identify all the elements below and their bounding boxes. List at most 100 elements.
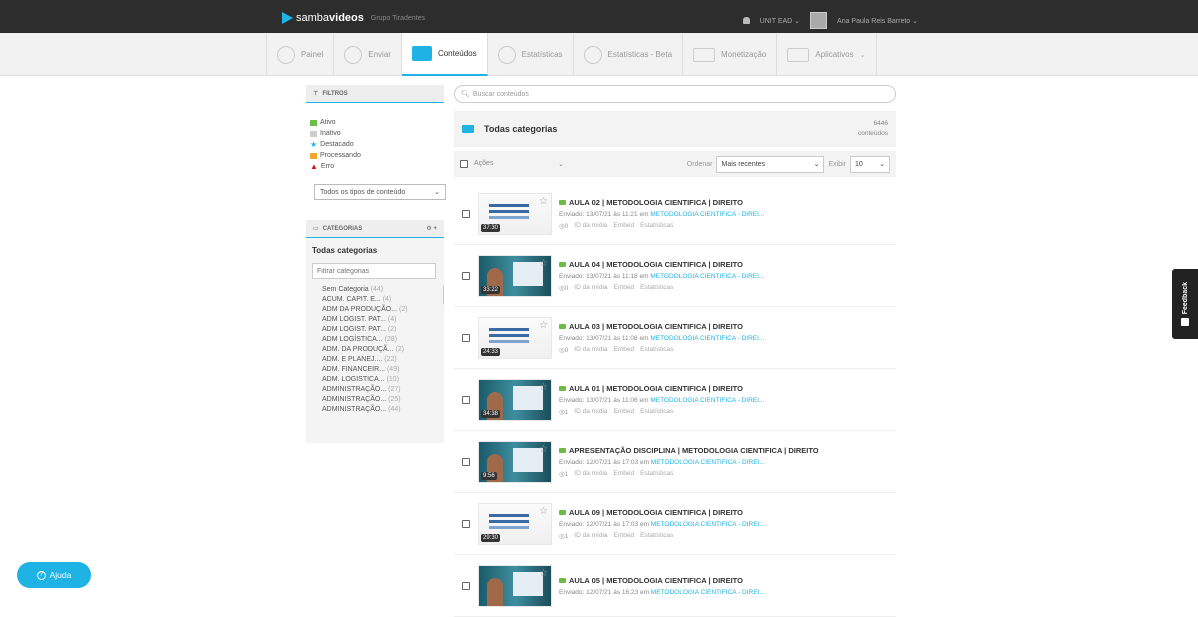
category-item[interactable]: ADM LOGIST. PAT... (4)	[322, 315, 438, 325]
tab-monetizacao[interactable]: Monetização	[683, 33, 778, 76]
video-title[interactable]: AULA 04 | METODOLOGIA CIENTIFICA | DIREI…	[559, 260, 764, 269]
stats-link[interactable]: Estatísticas	[640, 222, 673, 230]
video-thumbnail[interactable]: ☆ 24:33	[478, 316, 552, 359]
avatar[interactable]	[810, 12, 828, 29]
category-link[interactable]: METODOLOGIA CIENTIFICA - DIREI...	[651, 459, 765, 466]
row-checkbox[interactable]	[462, 395, 470, 404]
category-item[interactable]: ADM. DA PRODUÇÃ... (2)	[322, 345, 438, 355]
category-item[interactable]: ADMINISTRAÇÃO... (25)	[322, 395, 438, 405]
scrollbar[interactable]	[443, 285, 444, 305]
all-categories-link[interactable]: Todas categorias	[312, 246, 438, 255]
category-item[interactable]: Sem Categoria (44)	[322, 285, 438, 295]
star-icon[interactable]: ☆	[539, 444, 548, 455]
media-id-link[interactable]: ID da mídia	[574, 408, 607, 416]
row-checkbox[interactable]	[462, 333, 470, 342]
table-row[interactable]: ☆ 37:30 AULA 02 | METODOLOGIA CIENTIFICA |…	[454, 183, 896, 245]
account-dropdown[interactable]: UNIT EAD ⌄	[760, 17, 800, 25]
tab-aplicativos[interactable]: Aplicativos ⌄	[777, 33, 877, 76]
table-row[interactable]: ☆ 33:22 AULA 04 | METODOLOGIA CIENTIFICA |…	[454, 245, 896, 307]
tab-estatisticas-beta[interactable]: Estatísticas - Beta	[574, 33, 684, 76]
content-type-select[interactable]: Todos os tipos de conteúdo ⌄	[314, 184, 446, 200]
category-item[interactable]: ADM LOGÍSTICA... (28)	[322, 335, 438, 345]
tab-enviar[interactable]: Enviar	[334, 33, 402, 76]
video-thumbnail[interactable]: ☆ 37:30	[478, 192, 552, 235]
category-link[interactable]: METODOLOGIA CIENTIFICA - DIREI...	[650, 273, 764, 280]
star-icon[interactable]: ☆	[539, 568, 548, 579]
category-item[interactable]: ADM. LOGISTICA... (10)	[322, 375, 438, 385]
category-item[interactable]: ADMINISTRAÇÃO... (44)	[322, 405, 438, 415]
video-thumbnail[interactable]: ☆ 34:38	[478, 378, 552, 421]
embed-link[interactable]: Embed	[614, 532, 635, 540]
video-title[interactable]: AULA 01 | METODOLOGIA CIENTIFICA | DIREI…	[559, 384, 764, 393]
stats-link[interactable]: Estatísticas	[640, 532, 673, 540]
media-id-link[interactable]: ID da mídia	[574, 346, 607, 354]
row-checkbox[interactable]	[462, 271, 470, 280]
video-title[interactable]: AULA 05 | METODOLOGIA CIENTIFICA | DIREI…	[559, 576, 765, 585]
sambavideos-logo[interactable]: sambavideos Grupo Tiradentes	[282, 12, 425, 24]
bell-icon[interactable]	[742, 17, 750, 24]
filter-processando[interactable]: Processando	[310, 150, 440, 161]
table-row[interactable]: ☆ 9:56 APRESENTAÇÃO DISCIPLINA | METODOLOG…	[454, 431, 896, 493]
category-link[interactable]: METODOLOGIA CIENTIFICA - DIREI...	[651, 521, 765, 528]
search-input[interactable]: Buscar conteúdos	[473, 91, 529, 98]
stats-link[interactable]: Estatísticas	[640, 284, 673, 292]
stats-link[interactable]: Estatísticas	[640, 346, 673, 354]
embed-link[interactable]: Embed	[614, 284, 635, 292]
video-thumbnail[interactable]: ☆ 9:56	[478, 440, 552, 483]
category-item[interactable]: ADMINISTRAÇÃO... (27)	[322, 385, 438, 395]
tab-estatisticas[interactable]: Estatísticas	[488, 33, 574, 76]
video-title[interactable]: AULA 09 | METODOLOGIA CIENTIFICA | DIREI…	[559, 508, 765, 517]
sort-select[interactable]: Mais recentes ⌄	[716, 155, 825, 173]
row-checkbox[interactable]	[462, 581, 470, 590]
table-row[interactable]: ☆ AULA 05 | METODOLOGIA CIENTIFICA | DIRE…	[454, 555, 896, 617]
feedback-button[interactable]: Feedback	[1172, 269, 1198, 339]
plus-icon[interactable]: +	[433, 226, 437, 232]
embed-link[interactable]: Embed	[614, 408, 635, 416]
category-item[interactable]: ADM. E PLANEJ.... (22)	[322, 355, 438, 365]
category-item[interactable]: ADM LOGIST. PAT... (2)	[322, 325, 438, 335]
row-checkbox[interactable]	[462, 209, 470, 218]
filter-ativo[interactable]: Ativo	[310, 117, 440, 128]
filter-erro[interactable]: ▲ Erro	[310, 161, 440, 172]
media-id-link[interactable]: ID da mídia	[574, 470, 607, 478]
select-all-checkbox[interactable]	[460, 160, 468, 168]
stats-link[interactable]: Estatísticas	[640, 408, 673, 416]
video-thumbnail[interactable]: ☆ 29:30	[478, 502, 552, 545]
star-icon[interactable]: ☆	[539, 506, 548, 517]
video-title[interactable]: APRESENTAÇÃO DISCIPLINA | METODOLOGIA CI…	[559, 446, 819, 455]
media-id-link[interactable]: ID da mídia	[574, 222, 607, 230]
row-checkbox[interactable]	[462, 457, 470, 466]
category-link[interactable]: METODOLOGIA CIENTIFICA - DIREI...	[650, 397, 764, 404]
user-menu[interactable]: Ana Paula Reis Barreto ⌄	[837, 17, 918, 25]
per-page-select[interactable]: 10 ⌄	[850, 155, 890, 173]
filter-inativo[interactable]: Inativo	[310, 128, 440, 139]
table-row[interactable]: ☆ 29:30 AULA 09 | METODOLOGIA CIENTIFICA |…	[454, 493, 896, 555]
table-row[interactable]: ☆ 24:33 AULA 03 | METODOLOGIA CIENTIFICA |…	[454, 307, 896, 369]
star-icon[interactable]: ☆	[539, 382, 548, 393]
media-id-link[interactable]: ID da mídia	[574, 284, 607, 292]
filter-categories-input[interactable]	[312, 263, 436, 279]
filter-destacado[interactable]: ★ Destacado	[310, 139, 440, 150]
category-link[interactable]: METODOLOGIA CIENTIFICA - DIREI...	[650, 211, 764, 218]
category-item[interactable]: ADM DA PRODUÇÃO... (2)	[322, 305, 438, 315]
embed-link[interactable]: Embed	[614, 222, 635, 230]
embed-link[interactable]: Embed	[614, 346, 635, 354]
video-thumbnail[interactable]: ☆	[478, 564, 552, 607]
category-link[interactable]: METODOLOGIA CIENTIFICA - DIREI...	[650, 335, 764, 342]
tab-painel[interactable]: Painel	[266, 33, 335, 76]
table-row[interactable]: ☆ 34:38 AULA 01 | METODOLOGIA CIENTIFICA |…	[454, 369, 896, 431]
actions-dropdown[interactable]: Ações ⌄	[474, 160, 564, 168]
media-id-link[interactable]: ID da mídia	[574, 532, 607, 540]
category-link[interactable]: METODOLOGIA CIENTIFICA - DIREI...	[651, 589, 765, 596]
row-checkbox[interactable]	[462, 519, 470, 528]
video-title[interactable]: AULA 03 | METODOLOGIA CIENTIFICA | DIREI…	[559, 322, 764, 331]
help-button[interactable]: ? Ajuda	[17, 562, 91, 588]
tab-conteudos[interactable]: Conteúdos	[401, 33, 488, 76]
star-icon[interactable]: ☆	[539, 320, 548, 331]
star-icon[interactable]: ☆	[539, 196, 548, 207]
video-thumbnail[interactable]: ☆ 33:22	[478, 254, 552, 297]
stats-link[interactable]: Estatísticas	[640, 470, 673, 478]
embed-link[interactable]: Embed	[614, 470, 635, 478]
category-item[interactable]: ADM. FINANCEIR... (49)	[322, 365, 438, 375]
gear-icon[interactable]: ⚙	[426, 226, 431, 232]
